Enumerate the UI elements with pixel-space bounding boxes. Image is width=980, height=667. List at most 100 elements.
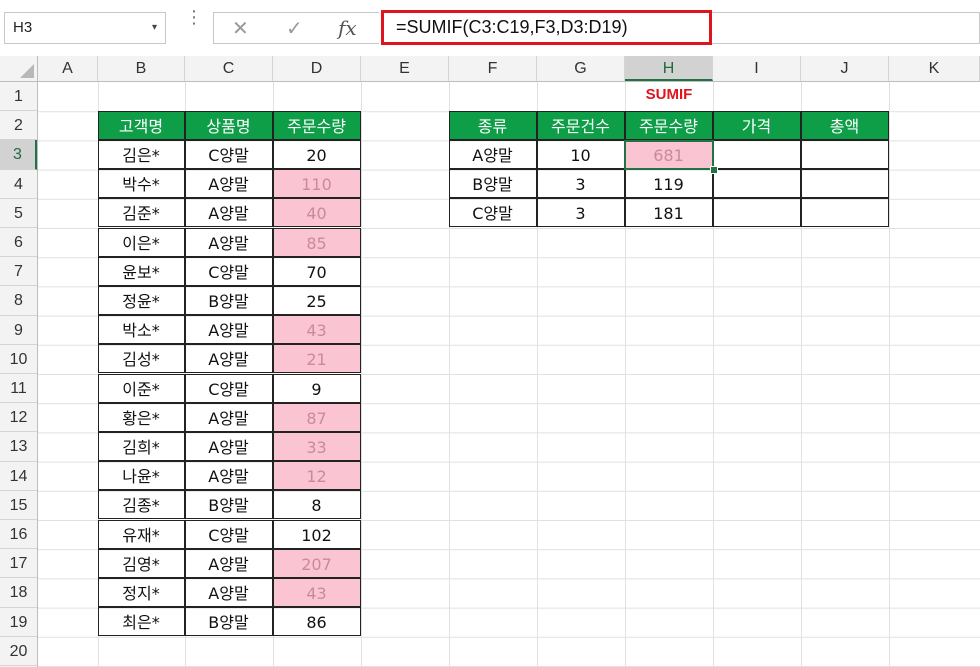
order-qty-cell[interactable]: 110 [272, 169, 361, 199]
column-header-f[interactable]: F [449, 56, 537, 81]
select-all-button[interactable] [0, 56, 38, 82]
product-name-cell[interactable]: A양말 [184, 431, 273, 462]
summary-price-cell[interactable] [712, 169, 801, 199]
name-box[interactable]: H3 ▾ [4, 12, 166, 44]
order-qty-cell[interactable]: 87 [272, 402, 361, 432]
row-header-4[interactable]: 4 [0, 170, 37, 199]
product-name-cell[interactable]: A양말 [184, 344, 273, 374]
customer-name-cell[interactable]: 김종* [97, 490, 185, 520]
row-header-20[interactable]: 20 [0, 637, 37, 666]
customer-name-cell[interactable]: 김은* [97, 139, 185, 170]
row-header-8[interactable]: 8 [0, 286, 37, 316]
summary-type-cell[interactable]: A양말 [448, 139, 537, 170]
order-qty-cell[interactable]: 33 [272, 431, 361, 462]
cancel-icon[interactable]: ✕ [232, 16, 249, 40]
product-name-cell[interactable]: B양말 [184, 607, 273, 637]
product-name-cell[interactable]: A양말 [184, 198, 273, 228]
left-table-header[interactable]: 주문수량 [272, 110, 361, 140]
summary-count-cell[interactable]: 10 [536, 139, 625, 170]
row-header-9[interactable]: 9 [0, 316, 37, 345]
row-header-10[interactable]: 10 [0, 345, 37, 374]
order-qty-cell[interactable]: 207 [272, 548, 361, 578]
product-name-cell[interactable]: B양말 [184, 490, 273, 520]
order-qty-cell[interactable]: 8 [272, 490, 361, 520]
summary-total-cell[interactable] [800, 198, 889, 228]
row-header-16[interactable]: 16 [0, 520, 37, 550]
row-header-2[interactable]: 2 [0, 111, 37, 141]
left-table-header[interactable]: 상품명 [184, 110, 273, 140]
customer-name-cell[interactable]: 박소* [97, 315, 185, 345]
order-qty-cell[interactable]: 86 [272, 607, 361, 637]
product-name-cell[interactable]: B양말 [184, 285, 273, 316]
chevron-down-icon[interactable]: ▾ [152, 22, 157, 33]
enter-icon[interactable]: ✓ [286, 16, 303, 40]
formula-input[interactable]: =SUMIF(C3:C19,F3,D3:D19) [381, 10, 712, 45]
product-name-cell[interactable]: A양말 [184, 461, 273, 491]
customer-name-cell[interactable]: 정윤* [97, 285, 185, 316]
row-header-14[interactable]: 14 [0, 462, 37, 491]
summary-count-cell[interactable]: 3 [536, 169, 625, 199]
row-header-6[interactable]: 6 [0, 228, 37, 258]
row-header-13[interactable]: 13 [0, 432, 37, 462]
summary-count-cell[interactable]: 3 [536, 198, 625, 228]
column-header-b[interactable]: B [98, 56, 185, 81]
product-name-cell[interactable]: C양말 [184, 519, 273, 549]
product-name-cell[interactable]: A양말 [184, 548, 273, 578]
row-header-19[interactable]: 19 [0, 608, 37, 637]
product-name-cell[interactable]: C양말 [184, 139, 273, 170]
customer-name-cell[interactable]: 황은* [97, 402, 185, 432]
more-options-icon[interactable]: ⋮ [185, 9, 203, 27]
product-name-cell[interactable]: C양말 [184, 256, 273, 286]
customer-name-cell[interactable]: 정지* [97, 577, 185, 608]
customer-name-cell[interactable]: 나윤* [97, 461, 185, 491]
product-name-cell[interactable]: A양말 [184, 577, 273, 608]
formula-input-extension[interactable] [712, 12, 980, 44]
column-header-j[interactable]: J [801, 56, 889, 81]
customer-name-cell[interactable]: 박수* [97, 169, 185, 199]
row-header-18[interactable]: 18 [0, 578, 37, 608]
column-header-c[interactable]: C [185, 56, 273, 81]
row-header-17[interactable]: 17 [0, 549, 37, 579]
product-name-cell[interactable]: A양말 [184, 227, 273, 257]
summary-qty-cell[interactable]: 119 [624, 169, 713, 199]
column-header-e[interactable]: E [361, 56, 449, 81]
summary-table-header[interactable]: 주문수량 [624, 110, 713, 140]
customer-name-cell[interactable]: 김희* [97, 431, 185, 462]
summary-qty-cell[interactable]: 181 [624, 198, 713, 228]
summary-table-header[interactable]: 주문건수 [536, 110, 625, 140]
customer-name-cell[interactable]: 김준* [97, 198, 185, 228]
order-qty-cell[interactable]: 43 [272, 577, 361, 608]
summary-price-cell[interactable] [712, 198, 801, 228]
column-header-d[interactable]: D [273, 56, 361, 81]
row-header-7[interactable]: 7 [0, 257, 37, 287]
row-header-5[interactable]: 5 [0, 199, 37, 228]
row-header-3[interactable]: 3 [0, 140, 37, 170]
fill-handle[interactable] [710, 166, 718, 174]
customer-name-cell[interactable]: 이은* [97, 227, 185, 257]
summary-type-cell[interactable]: B양말 [448, 169, 537, 199]
summary-type-cell[interactable]: C양말 [448, 198, 537, 228]
customer-name-cell[interactable]: 윤보* [97, 256, 185, 286]
order-qty-cell[interactable]: 70 [272, 256, 361, 286]
product-name-cell[interactable]: C양말 [184, 373, 273, 403]
order-qty-cell[interactable]: 102 [272, 519, 361, 549]
insert-function-icon[interactable]: fx [338, 16, 357, 40]
row-header-11[interactable]: 11 [0, 374, 37, 404]
row-header-12[interactable]: 12 [0, 403, 37, 433]
order-qty-cell[interactable]: 25 [272, 285, 361, 316]
left-table-header[interactable]: 고객명 [97, 110, 185, 140]
summary-price-cell[interactable] [712, 139, 801, 170]
order-qty-cell[interactable]: 12 [272, 461, 361, 491]
row-header-1[interactable]: 1 [0, 82, 37, 112]
row-header-15[interactable]: 15 [0, 491, 37, 520]
order-qty-cell[interactable]: 21 [272, 344, 361, 374]
order-qty-cell[interactable]: 9 [272, 373, 361, 403]
customer-name-cell[interactable]: 유재* [97, 519, 185, 549]
summary-total-cell[interactable] [800, 169, 889, 199]
order-qty-cell[interactable]: 43 [272, 315, 361, 345]
column-header-i[interactable]: I [713, 56, 801, 81]
order-qty-cell[interactable]: 40 [272, 198, 361, 228]
order-qty-cell[interactable]: 85 [272, 227, 361, 257]
order-qty-cell[interactable]: 20 [272, 139, 361, 170]
summary-table-header[interactable]: 종류 [448, 110, 537, 140]
